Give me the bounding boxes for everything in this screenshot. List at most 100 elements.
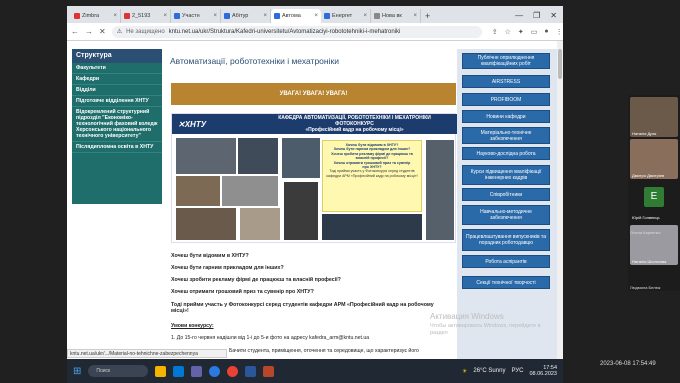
sidebar-item-faculties[interactable]: Факультети: [72, 63, 162, 74]
status-bar-url: kntu.net.ua/ukr/.../Material-no-tehnichn…: [67, 349, 227, 358]
browser-tab[interactable]: Zimbra ×: [71, 9, 121, 23]
tab-favicon-icon: [374, 13, 380, 19]
address-bar-row: ← → ✕ ⚠ Не защищено kntu.net.ua/ukr/Stru…: [67, 23, 563, 41]
profile-icon[interactable]: ●: [544, 28, 548, 36]
weather-text[interactable]: 26°C Sunny: [473, 368, 505, 374]
card-line-5: про ХНТУ?: [362, 165, 382, 170]
photo-workers: [176, 176, 220, 206]
menu-link[interactable]: Курси підвищення кваліфікації інженерних…: [462, 165, 550, 185]
condition-1: 1. До 15-го червня надішли від 1-і до 5-…: [171, 335, 370, 341]
kntu-logo: ✕ХНТУ: [178, 119, 207, 129]
menu-link[interactable]: Співробітники: [462, 188, 550, 201]
poster-slogan: «Професійний кадр на робочому місці»: [305, 127, 404, 133]
browser-tab[interactable]: Нова вк ×: [371, 9, 421, 23]
browser-tab[interactable]: Абітур ×: [221, 9, 271, 23]
language-indicator[interactable]: РУС: [511, 368, 523, 374]
menu-link[interactable]: Матеріально-технічне забезпечення: [462, 127, 550, 144]
windows-start-icon[interactable]: ⊞: [73, 366, 81, 377]
question-2: Хочеш бути гарним прикладом для інших?: [171, 265, 284, 271]
windows-activation-text: Чтобы активировать Windows, перейдите в …: [430, 323, 541, 336]
browser-tab[interactable]: 2_5193 ×: [121, 9, 171, 23]
close-window-button[interactable]: ✕: [550, 9, 557, 23]
participant-tile[interactable]: Е Юрій Голвеєць: [630, 181, 678, 221]
extensions-icon[interactable]: ✦: [518, 28, 524, 36]
sidebar-item-college[interactable]: Відокремлений структурний підрозділ "Еко…: [72, 107, 162, 142]
sidebar-item-divisions[interactable]: Відділи: [72, 85, 162, 96]
photo-operator: [284, 182, 318, 240]
zoom-icon[interactable]: [209, 365, 221, 377]
page-scrollbar[interactable]: [557, 41, 563, 359]
tab-close-icon[interactable]: ×: [363, 13, 367, 19]
teams-icon[interactable]: [191, 365, 203, 377]
menu-link[interactable]: AIRSTRESS: [462, 75, 550, 88]
participant-avatar: Е: [644, 187, 664, 207]
participant-name: Наталія Дрєк: [632, 131, 657, 136]
browser-tab[interactable]: Участн ×: [171, 9, 221, 23]
security-label: Не защищено: [126, 28, 165, 35]
invitation-text: Тоді прийми участь у Фотоконкурсі серед …: [171, 302, 434, 314]
back-button[interactable]: ←: [71, 27, 79, 37]
photo-machine: [176, 208, 236, 240]
sidebar-title: Структура: [72, 49, 162, 63]
taskbar-date: 08.06.2023: [529, 371, 557, 377]
tab-close-icon[interactable]: ×: [263, 13, 267, 19]
sidepanel-icon[interactable]: ▭: [531, 28, 538, 36]
tab-close-icon[interactable]: ×: [163, 13, 167, 19]
url-field[interactable]: ⚠ Не защищено kntu.net.ua/ukr/Struktura/…: [111, 25, 482, 38]
tab-close-icon[interactable]: ×: [413, 13, 417, 19]
tab-close-icon[interactable]: ×: [113, 13, 117, 19]
question-1: Хочеш бути відомим в ХНТУ?: [171, 253, 249, 259]
taskbar: ⊞ Поиск ☀ 26°C Sunny РУС 17:54 08.06.202…: [67, 359, 563, 383]
toolbar-icons: ⇪ ☆ ✦ ▭ ● ⋮: [492, 28, 563, 36]
participant-name: Юрій Голвеєць: [632, 215, 660, 220]
taskbar-search[interactable]: Поиск: [88, 365, 149, 377]
menu-link[interactable]: Робота аспірантів: [462, 255, 550, 268]
forward-button[interactable]: →: [85, 27, 93, 37]
sidebar-item-departments[interactable]: Кафедри: [72, 74, 162, 85]
browser-tab-strip: Zimbra × 2_5193 × Участн × Абітур × Автома × Енерг…: [67, 6, 563, 23]
tab-close-icon[interactable]: ×: [314, 13, 318, 19]
taskbar-clock[interactable]: 17:54 08.06.2023: [529, 365, 557, 378]
menu-link[interactable]: Новини кафедри: [462, 110, 550, 123]
attention-banner: УВАГА! УВАГА! УВАГА!: [171, 83, 456, 105]
stop-button[interactable]: ✕: [99, 27, 106, 37]
star-icon[interactable]: ☆: [505, 28, 511, 36]
new-tab-button[interactable]: +: [421, 9, 434, 23]
menu-icon[interactable]: ⋮: [556, 28, 563, 36]
participant-tile[interactable]: Наталія Дрєк: [630, 97, 678, 137]
file-explorer-icon[interactable]: [155, 365, 167, 377]
photo-photographer: [322, 214, 422, 240]
menu-link[interactable]: Працевлаштування випускників та порадник…: [462, 229, 550, 251]
sidebar-item-preparatory[interactable]: Підготовче відділення ХНТУ: [72, 96, 162, 107]
web-page: Структура Факультети Кафедри Відділи Під…: [67, 41, 563, 359]
tab-title: Абітур: [232, 13, 249, 19]
video-call-gallery: Наталія Дрєк Дмитро Дмитріев Е Юрій Голвеєц…: [628, 95, 680, 291]
menu-link[interactable]: Публічне оприлюднення кваліфікаційних ро…: [462, 53, 550, 69]
chrome-icon[interactable]: [227, 365, 239, 377]
tab-title: Участн: [182, 13, 200, 19]
tab-title: Автома: [282, 13, 301, 19]
edge-icon[interactable]: [173, 365, 185, 377]
card-line-6: Тоді прийми участь у Фотоконкурсі серед …: [326, 169, 418, 178]
menu-link[interactable]: Секції технічної творчості: [462, 276, 550, 289]
participant-name: Наталія Шолохова: [632, 259, 667, 264]
sidebar-item-postgraduate[interactable]: Післядипломна освіта в ХНТУ: [72, 142, 162, 153]
maximize-button[interactable]: ❐: [533, 9, 540, 23]
minimize-button[interactable]: —: [515, 9, 523, 23]
word-icon[interactable]: [245, 365, 257, 377]
share-icon[interactable]: ⇪: [492, 28, 498, 36]
tab-favicon-icon: [74, 13, 80, 19]
screen: Zimbra × 2_5193 × Участн × Абітур × Автома × Енерг…: [0, 0, 680, 383]
menu-link[interactable]: Навчально-методичне забезпечення: [462, 205, 550, 225]
browser-tab[interactable]: Автома ×: [271, 9, 321, 23]
powerpoint-icon[interactable]: [263, 365, 275, 377]
menu-link[interactable]: PROFIBOOM: [462, 93, 550, 106]
menu-link[interactable]: Науково-дослідна робота: [462, 147, 550, 160]
browser-tab[interactable]: Енергет ×: [321, 9, 371, 23]
tab-close-icon[interactable]: ×: [213, 13, 217, 19]
photo-workshop: [176, 138, 236, 174]
scrollbar-thumb[interactable]: [558, 49, 562, 79]
photo-engineer: [238, 138, 278, 174]
tab-favicon-icon: [224, 13, 230, 19]
participant-tile[interactable]: Дмитро Дмитріев: [630, 139, 678, 179]
